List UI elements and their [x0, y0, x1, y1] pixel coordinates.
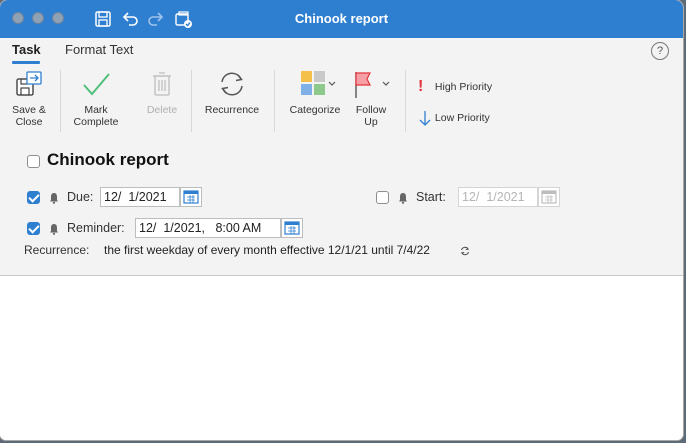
calendar-icon [284, 221, 300, 235]
reminder-calendar-button[interactable] [281, 218, 303, 238]
start-checkbox[interactable] [376, 191, 389, 204]
start-calendar-button[interactable] [538, 187, 560, 207]
due-label: Due: [67, 190, 94, 204]
reminder-label: Reminder: [67, 221, 125, 235]
start-label: Start: [416, 190, 446, 204]
ribbon-separator [405, 70, 406, 132]
due-date-field[interactable]: 12/ 1/2021 [100, 187, 180, 207]
due-calendar-button[interactable] [180, 187, 202, 207]
down-arrow-icon [419, 111, 431, 126]
task-form: Chinook report Due: 12/ 1/2021 Start: 12… [0, 140, 683, 276]
save-close-button[interactable]: Save & Close [6, 68, 52, 128]
follow-up-button[interactable]: Follow Up [350, 68, 392, 128]
complete-checkbox[interactable] [27, 155, 40, 168]
tab-format-text[interactable]: Format Text [65, 42, 133, 57]
recurrence-value: the first weekday of every month effecti… [104, 243, 430, 257]
ribbon-separator [274, 70, 275, 132]
flag-icon [355, 72, 390, 98]
task-window: Chinook report Task Format Text ? Save &… [0, 0, 683, 440]
bell-icon [50, 224, 58, 235]
reminder-datetime-field[interactable]: 12/ 1/2021, 8:00 AM [135, 218, 281, 238]
title-bar: Chinook report [0, 0, 683, 38]
bell-icon [399, 193, 407, 204]
reminder-checkbox[interactable] [27, 222, 40, 235]
high-priority-button[interactable]: ! High Priority [418, 78, 492, 96]
help-icon[interactable]: ? [651, 42, 669, 60]
recurrence-label: Recurrence: [24, 243, 90, 257]
low-priority-button[interactable]: Low Priority [418, 110, 490, 126]
ribbon-tabs: Task Format Text ? [0, 38, 683, 64]
task-notes-body[interactable] [0, 276, 683, 440]
recurrence-icon [221, 72, 243, 96]
checkmark-icon [83, 73, 110, 96]
recurrence-icon[interactable] [459, 245, 471, 257]
ribbon-separator [60, 70, 61, 132]
bell-icon [50, 193, 58, 204]
recurrence-button[interactable]: Recurrence [200, 68, 264, 116]
start-date-field[interactable]: 12/ 1/2021 [458, 187, 538, 207]
tab-task[interactable]: Task [12, 42, 41, 57]
calendar-icon [183, 190, 199, 204]
mark-complete-button[interactable]: Mark Complete [68, 68, 124, 128]
calendar-icon [541, 190, 557, 204]
save-close-icon [16, 71, 42, 96]
categorize-button[interactable]: Categorize [284, 68, 346, 116]
exclamation-icon: ! [418, 78, 424, 95]
delete-button[interactable]: Delete [140, 68, 184, 116]
categorize-icon [301, 71, 336, 95]
due-checkbox[interactable] [27, 191, 40, 204]
ribbon-separator [191, 70, 192, 132]
ribbon-toolbar: Save & Close Mark Complete Delete Recurr… [0, 64, 683, 141]
task-subject[interactable]: Chinook report [47, 150, 169, 170]
trash-icon [153, 72, 171, 96]
window-title: Chinook report [294, 11, 389, 26]
